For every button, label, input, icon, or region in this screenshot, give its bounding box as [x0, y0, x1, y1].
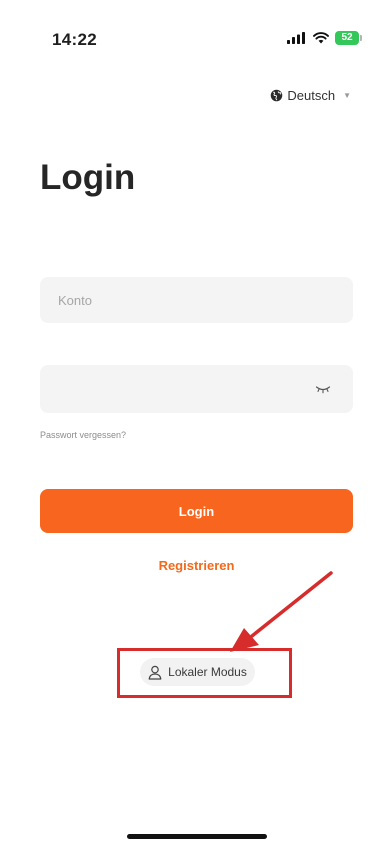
home-indicator: [127, 834, 267, 839]
wifi-icon: [313, 32, 329, 44]
status-icons: 52: [287, 31, 362, 45]
chevron-down-icon: ▼: [343, 91, 351, 100]
language-selector[interactable]: Deutsch ▼: [270, 88, 351, 103]
status-bar: 14:22 52: [0, 0, 381, 80]
login-button[interactable]: Login: [40, 489, 353, 533]
forgot-password-link[interactable]: Passwort vergessen?: [40, 430, 126, 440]
eye-closed-icon[interactable]: [315, 383, 331, 395]
local-mode-label: Lokaler Modus: [168, 665, 247, 679]
register-link[interactable]: Registrieren: [0, 558, 381, 573]
user-icon: [148, 665, 162, 680]
battery-icon: 52: [335, 31, 362, 45]
battery-nub: [360, 35, 362, 41]
globe-icon: [271, 89, 283, 102]
password-field[interactable]: [40, 365, 353, 413]
local-mode-button[interactable]: Lokaler Modus: [140, 658, 255, 686]
password-input[interactable]: [40, 365, 353, 413]
annotation-arrow: [230, 571, 333, 652]
page-title: Login: [40, 158, 136, 197]
status-time: 14:22: [52, 30, 97, 49]
account-input[interactable]: [40, 277, 353, 323]
battery-level: 52: [341, 32, 353, 43]
account-field[interactable]: [40, 277, 353, 323]
signal-icon: [287, 32, 305, 44]
language-label: Deutsch: [287, 88, 336, 103]
